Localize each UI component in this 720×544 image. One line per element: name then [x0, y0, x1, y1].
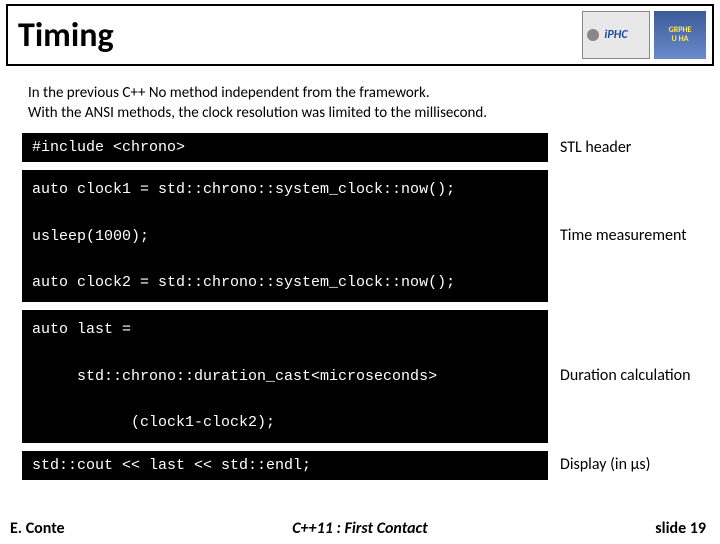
page-title: Timing: [18, 15, 114, 56]
label-stl-header: STL header: [560, 138, 631, 158]
footer-author: E. Conte: [10, 519, 65, 538]
row-duration: auto last = std::chrono::duration_cast<m…: [22, 310, 708, 442]
uha-logo-line2: U HA: [672, 35, 689, 44]
intro-line-1: In the previous C++ No method independen…: [28, 84, 692, 104]
iphc-logo: iPHC: [582, 11, 650, 59]
code-measure: auto clock1 = std::chrono::system_clock:…: [22, 170, 548, 302]
slide-footer: E. Conte C++11 : First Contact slide 19: [0, 519, 720, 538]
label-duration-calc: Duration calculation: [560, 366, 690, 386]
row-measure: auto clock1 = std::chrono::system_clock:…: [22, 170, 708, 302]
intro-line-2: With the ANSI methods, the clock resolut…: [28, 104, 692, 124]
logo-group: iPHC GRPHE U HA: [582, 11, 706, 59]
label-display: Display (in µs): [560, 455, 651, 475]
footer-slide-number: slide 19: [655, 519, 706, 538]
code-duration: auto last = std::chrono::duration_cast<m…: [22, 310, 548, 442]
slide-header: Timing iPHC GRPHE U HA: [6, 4, 714, 66]
label-time-measurement: Time measurement: [560, 226, 687, 246]
row-display: std::cout << last << std::endl; Display …: [22, 451, 708, 480]
iphc-logo-text: iPHC: [604, 28, 627, 42]
footer-title: C++11 : First Contact: [292, 519, 427, 538]
code-include: #include <chrono>: [22, 133, 548, 162]
code-display: std::cout << last << std::endl;: [22, 451, 548, 480]
uha-logo: GRPHE U HA: [654, 11, 706, 59]
row-include: #include <chrono> STL header: [22, 133, 708, 162]
intro-text: In the previous C++ No method independen…: [28, 84, 692, 123]
